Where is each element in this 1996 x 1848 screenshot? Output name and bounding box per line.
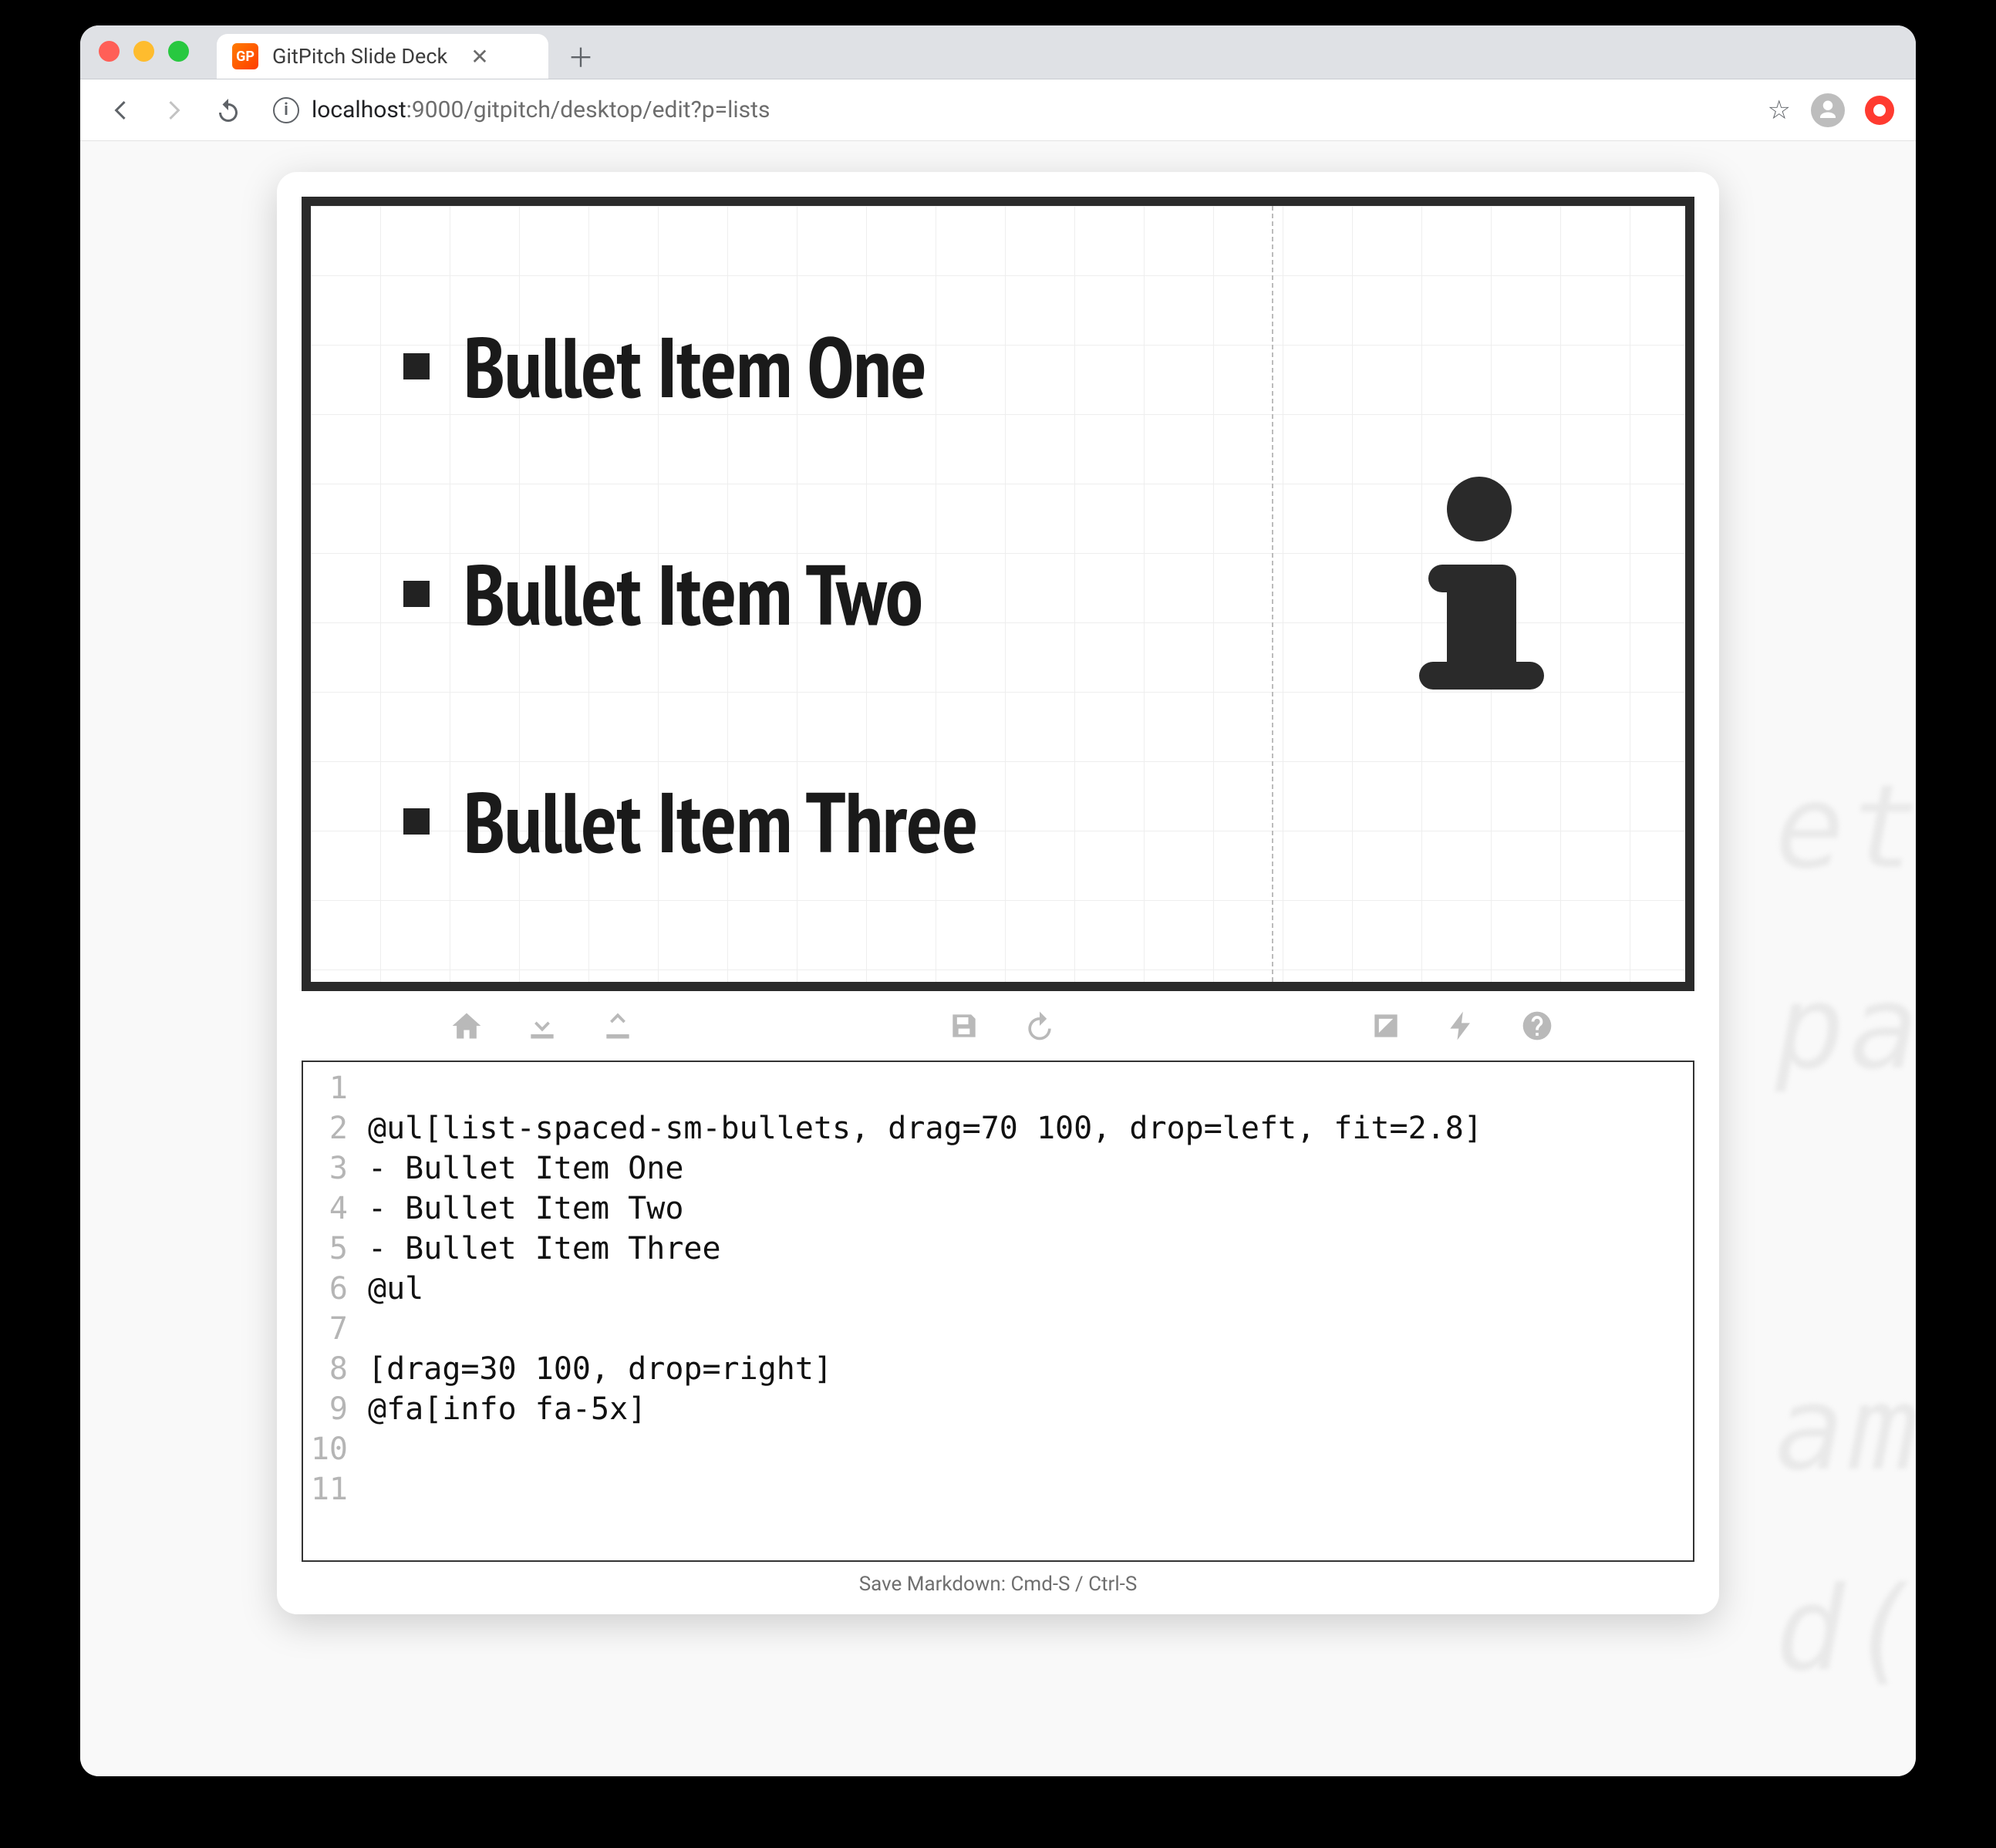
site-info-icon[interactable]: i xyxy=(273,97,299,123)
list-item: Bullet Item Three xyxy=(403,767,1241,876)
reload-button[interactable] xyxy=(210,92,247,129)
slide-content: Bullet Item One Bullet Item Two Bullet I… xyxy=(311,206,1685,982)
bullet-text: Bullet Item Two xyxy=(464,539,922,649)
address-bar-row: i localhost:9000/gitpitch/desktop/edit?p… xyxy=(80,79,1916,141)
slide-preview[interactable]: Bullet Item One Bullet Item Two Bullet I… xyxy=(302,197,1694,991)
maximize-window-button[interactable] xyxy=(168,41,189,62)
upload-button[interactable] xyxy=(599,1007,636,1044)
browser-window: GP GitPitch Slide Deck ✕ ＋ i localhost:9… xyxy=(80,25,1916,1776)
editor-toolbar xyxy=(302,991,1694,1061)
minimize-window-button[interactable] xyxy=(133,41,154,62)
background-decoration: et pa am d( xyxy=(1775,727,1916,1730)
editor-code-area[interactable]: @ul[list-spaced-sm-bullets, drag=70 100,… xyxy=(359,1062,1693,1560)
bullet-text: Bullet Item One xyxy=(464,312,926,421)
page-viewport: et pa am d( Bullet Item One xyxy=(80,141,1916,1776)
download-button[interactable] xyxy=(524,1007,561,1044)
save-hint: Save Markdown: Cmd-S / Ctrl-S xyxy=(302,1562,1694,1596)
new-tab-button[interactable]: ＋ xyxy=(562,37,599,74)
bookmark-star-icon[interactable]: ☆ xyxy=(1768,95,1791,126)
forward-button[interactable] xyxy=(156,92,193,129)
editor-gutter: 1234567891011 xyxy=(303,1062,359,1560)
expand-button[interactable] xyxy=(1367,1007,1404,1044)
address-bar[interactable]: i localhost:9000/gitpitch/desktop/edit?p… xyxy=(264,96,1751,123)
gitpitch-app-shell: Bullet Item One Bullet Item Two Bullet I… xyxy=(277,172,1719,1614)
titlebar: GP GitPitch Slide Deck ✕ ＋ xyxy=(80,25,1916,79)
extension-icon[interactable] xyxy=(1865,96,1894,125)
window-controls xyxy=(99,41,189,62)
bolt-button[interactable] xyxy=(1443,1007,1480,1044)
url-port: :9000 xyxy=(406,96,464,123)
list-item: Bullet Item One xyxy=(403,312,1241,421)
favicon-icon: GP xyxy=(232,43,258,69)
url-host: localhost xyxy=(312,96,406,123)
close-window-button[interactable] xyxy=(99,41,120,62)
browser-tab[interactable]: GP GitPitch Slide Deck ✕ xyxy=(217,34,548,79)
home-button[interactable] xyxy=(448,1007,485,1044)
save-button[interactable] xyxy=(946,1007,983,1044)
bullet-text: Bullet Item Three xyxy=(464,767,977,876)
bullet-icon xyxy=(403,808,430,835)
close-tab-button[interactable]: ✕ xyxy=(470,44,488,69)
bullet-icon xyxy=(403,581,430,607)
slide-right-region xyxy=(1273,206,1685,982)
info-icon xyxy=(1406,477,1553,711)
back-button[interactable] xyxy=(102,92,139,129)
refresh-button[interactable] xyxy=(1021,1007,1058,1044)
list-item: Bullet Item Two xyxy=(403,539,1241,649)
tab-title: GitPitch Slide Deck xyxy=(272,44,447,69)
url-path: /gitpitch/desktop/edit?p=lists xyxy=(464,96,770,123)
markdown-editor[interactable]: 1234567891011 @ul[list-spaced-sm-bullets… xyxy=(302,1061,1694,1562)
slide-left-region: Bullet Item One Bullet Item Two Bullet I… xyxy=(311,206,1272,982)
profile-avatar-icon[interactable] xyxy=(1811,93,1845,127)
help-button[interactable] xyxy=(1519,1007,1556,1044)
bullet-icon xyxy=(403,353,430,379)
